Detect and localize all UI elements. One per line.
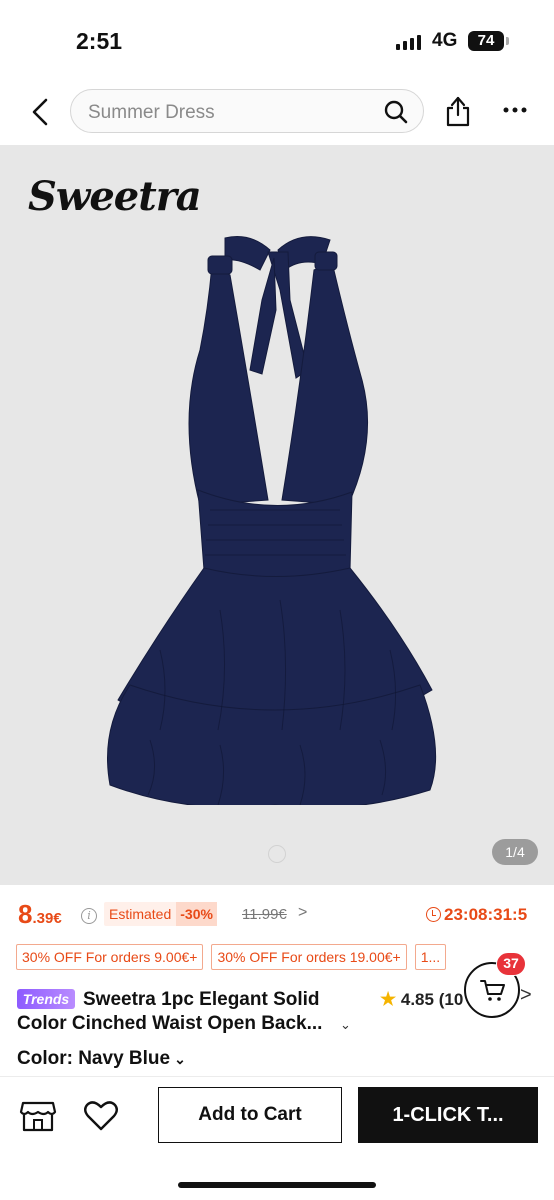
back-arrow-icon[interactable]: [26, 94, 56, 130]
cart-count-badge: 37: [496, 952, 526, 976]
brand-logo: Sweetra: [28, 173, 202, 220]
rating-count: (10: [438, 990, 464, 1009]
countdown-timer: 23:08:31:5: [426, 905, 527, 925]
coupon-chip[interactable]: 30% OFF For orders 19.00€+: [211, 944, 407, 970]
rating-summary[interactable]: ★ 4.85 (10: [380, 989, 463, 1010]
one-click-buy-button[interactable]: 1-CLICK T...: [358, 1087, 538, 1143]
price-main: 8: [18, 899, 33, 929]
search-header: Summer Dress: [0, 84, 554, 140]
clock-icon: [426, 907, 441, 922]
add-to-cart-button[interactable]: Add to Cart: [158, 1087, 342, 1143]
heart-icon[interactable]: [83, 1099, 119, 1133]
chevron-right-icon[interactable]: >: [298, 904, 307, 922]
status-time: 2:51: [76, 28, 123, 54]
chevron-down-icon[interactable]: ⌄: [340, 1017, 351, 1033]
search-input[interactable]: Summer Dress: [70, 89, 424, 133]
image-counter: 1/4: [492, 839, 538, 865]
info-icon[interactable]: i: [81, 908, 97, 924]
chevron-right-icon[interactable]: >: [520, 984, 532, 1007]
discount-badge: -30%: [176, 902, 217, 926]
trends-badge: Trends: [17, 989, 75, 1009]
battery-icon: 74: [468, 31, 509, 51]
coupon-list: 30% OFF For orders 9.00€+ 30% OFF For or…: [16, 944, 447, 970]
more-icon[interactable]: [502, 100, 528, 120]
star-icon: ★: [380, 989, 397, 1009]
search-placeholder: Summer Dress: [88, 102, 215, 123]
home-indicator: [178, 1182, 376, 1188]
image-indicator-dot: [268, 845, 286, 863]
chevron-down-icon: ⌄: [174, 1051, 186, 1067]
network-type: 4G: [432, 30, 458, 51]
dress-image: [107, 236, 437, 805]
original-price: 11.99€: [242, 906, 287, 923]
rating-value: 4.85: [400, 990, 434, 1009]
color-label: Color: Navy Blue: [17, 1048, 171, 1069]
coupon-chip[interactable]: 1...: [414, 944, 447, 970]
estimated-label: Estimated: [109, 906, 172, 922]
status-bar: 2:51 4G 74: [0, 0, 554, 80]
current-price: 8.39€: [18, 899, 62, 930]
cart-icon: [480, 980, 505, 1001]
price-cents: .39€: [32, 910, 62, 927]
search-icon[interactable]: [383, 99, 409, 125]
price-row: 8.39€ i Estimated -30% 11.99€ > 23:08:31…: [0, 896, 554, 932]
color-selector[interactable]: Color: Navy Blue ⌄: [17, 1048, 186, 1070]
product-image[interactable]: Sweetra 1/4: [0, 145, 554, 885]
share-icon[interactable]: [444, 94, 472, 128]
bottom-action-bar: Add to Cart 1-CLICK T...: [0, 1076, 554, 1200]
store-icon[interactable]: [19, 1099, 57, 1133]
timer-value: 23:08:31:5: [444, 905, 528, 924]
estimated-price-chip[interactable]: Estimated -30%: [104, 902, 217, 926]
coupon-chip[interactable]: 30% OFF For orders 9.00€+: [16, 944, 204, 970]
signal-icon: [396, 34, 421, 50]
